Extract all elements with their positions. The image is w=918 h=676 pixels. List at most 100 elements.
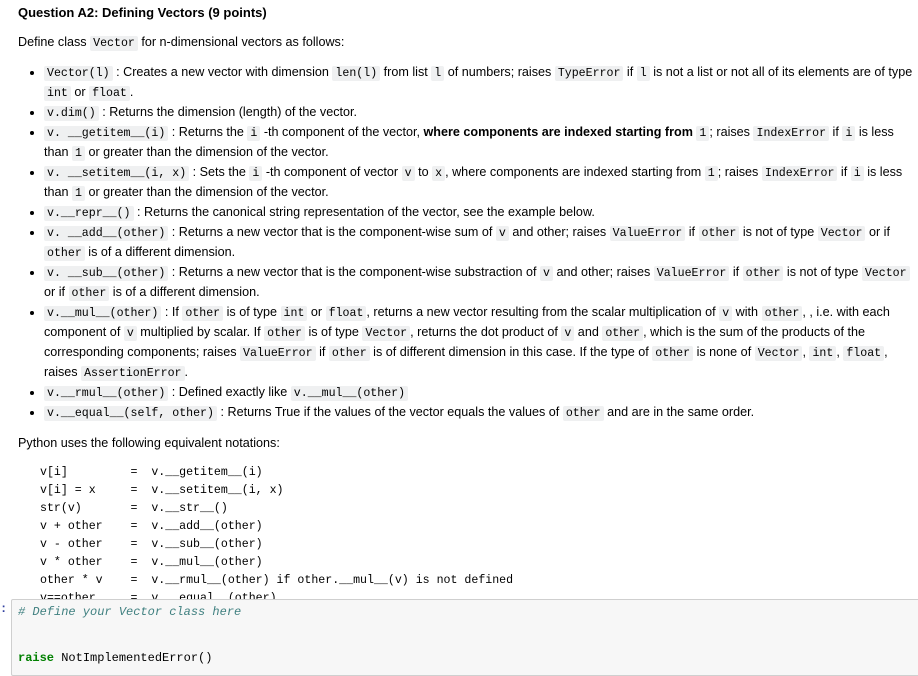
text: with <box>732 305 762 319</box>
text: if <box>837 165 851 179</box>
text: or if <box>865 225 890 239</box>
list-item: v. __add__(other) : Returns a new vector… <box>44 223 913 263</box>
code-rest: NotImplementedError() <box>54 651 213 665</box>
code-line-raise: raise NotImplementedError() <box>18 649 212 667</box>
inline-code: v.__equal__(self, other) <box>44 406 217 421</box>
text: : Creates a new vector with dimension <box>112 65 333 79</box>
text: if <box>685 225 699 239</box>
list-item: v.__repr__() : Returns the canonical str… <box>44 203 913 223</box>
inline-code: IndexError <box>761 166 838 181</box>
inline-code: v <box>719 306 733 321</box>
text: to <box>414 165 433 179</box>
inline-code: v <box>401 166 415 181</box>
code-cell-editor[interactable]: # Define your Vector class here raise No… <box>11 599 918 676</box>
inline-code: ValueError <box>240 346 316 361</box>
inline-code: 1 <box>72 146 85 161</box>
markdown-cell: Question A2: Defining Vectors (9 points)… <box>18 0 913 608</box>
text: . <box>129 85 134 99</box>
notation-block: v[i] = v.__getitem__(i) v[i] = x = v.__s… <box>40 466 514 605</box>
bold-text: where components are indexed starting fr… <box>423 125 697 139</box>
inline-code: AssertionError <box>81 366 185 381</box>
text: : Returns True if the values of the vect… <box>216 405 563 419</box>
text: from list <box>380 65 432 79</box>
inline-code: 1 <box>696 126 710 141</box>
inline-code: other <box>698 226 740 241</box>
method-list: Vector(l) : Creates a new vector with di… <box>18 63 913 423</box>
text: . <box>184 365 189 379</box>
inline-code: Vector <box>861 266 910 281</box>
list-item: v. __setitem__(i, x) : Sets the i -th co… <box>44 163 913 203</box>
inline-code: v. __setitem__(i, x) <box>44 166 190 181</box>
keyword-raise: raise <box>18 651 55 665</box>
inline-code: other <box>602 326 644 341</box>
inline-code: int <box>280 306 308 321</box>
text: if <box>623 65 637 79</box>
inline-code: TypeError <box>554 66 624 81</box>
inline-code: Vector <box>90 36 138 51</box>
inline-code: int <box>44 86 71 101</box>
text: Define class <box>18 35 91 49</box>
inline-code: v.dim() <box>44 106 99 121</box>
text: -th component of the vector, <box>260 125 424 139</box>
inline-code: int <box>809 346 837 361</box>
list-item: v.__mul__(other) : If other is of type i… <box>44 303 913 383</box>
text: and <box>574 325 603 339</box>
inline-code: len(l) <box>332 66 381 81</box>
inline-code: v.__mul__(other) <box>44 306 162 321</box>
inline-code: other <box>44 246 85 261</box>
inline-code: float <box>89 86 130 101</box>
inline-code: x <box>432 166 446 181</box>
inline-code: other <box>761 306 803 321</box>
inline-code: v. __getitem__(i) <box>44 126 169 141</box>
text: , returns a new vector resulting from th… <box>366 305 720 319</box>
inline-code: i <box>842 126 856 141</box>
inline-code: 1 <box>704 166 718 181</box>
inline-code: 1 <box>72 186 85 201</box>
text: is none of <box>693 345 755 359</box>
inline-code: float <box>843 346 885 361</box>
inline-code: i <box>247 126 261 141</box>
inline-code: v <box>123 326 137 341</box>
notation-intro: Python uses the following equivalent not… <box>18 436 280 450</box>
inline-code: other <box>182 306 224 321</box>
inline-code: v.__repr__() <box>44 206 134 221</box>
text: if <box>829 125 843 139</box>
list-item: Vector(l) : Creates a new vector with di… <box>44 63 913 103</box>
inline-code: i <box>249 166 263 181</box>
text: if <box>729 265 743 279</box>
text: is not a list or not all of its elements… <box>649 65 913 79</box>
text: : Sets the <box>189 165 250 179</box>
inline-code: v <box>539 266 553 281</box>
text: is of a different dimension. <box>84 245 236 259</box>
inline-code: other <box>562 406 604 421</box>
inline-code: v.__mul__(other) <box>290 386 409 401</box>
inline-code: Vector(l) <box>44 66 113 81</box>
text: and are in the same order. <box>603 405 755 419</box>
text: is of a different dimension. <box>109 285 260 299</box>
inline-code: Vector <box>754 346 803 361</box>
text: : Defined exactly like <box>168 385 291 399</box>
text: : Returns the <box>168 125 248 139</box>
text: is of different dimension in this case. … <box>369 345 653 359</box>
inline-code: v.__rmul__(other) <box>44 386 169 401</box>
inline-code: Vector <box>362 326 411 341</box>
text: and other; raises <box>552 265 654 279</box>
text: or <box>70 85 90 99</box>
text: if <box>315 345 329 359</box>
inline-code: other <box>264 326 305 341</box>
list-item: v.__rmul__(other) : Defined exactly like… <box>44 383 913 403</box>
text: : Returns a new vector that is the compo… <box>168 225 496 239</box>
list-item: v. __sub__(other) : Returns a new vector… <box>44 263 913 303</box>
list-item: v.__equal__(self, other) : Returns True … <box>44 403 913 423</box>
code-comment: # Define your Vector class here <box>18 605 242 619</box>
inline-code: v <box>561 326 575 341</box>
inline-code: other <box>742 266 784 281</box>
text: ; raises <box>717 165 762 179</box>
inline-code: v. __sub__(other) <box>44 266 169 281</box>
list-item: v.dim() : Returns the dimension (length)… <box>44 103 913 123</box>
text: multiplied by scalar. If <box>136 325 265 339</box>
text: of numbers; raises <box>444 65 555 79</box>
inline-code: l <box>636 66 650 81</box>
inline-code: other <box>652 346 694 361</box>
inline-code: ValueError <box>609 226 686 241</box>
